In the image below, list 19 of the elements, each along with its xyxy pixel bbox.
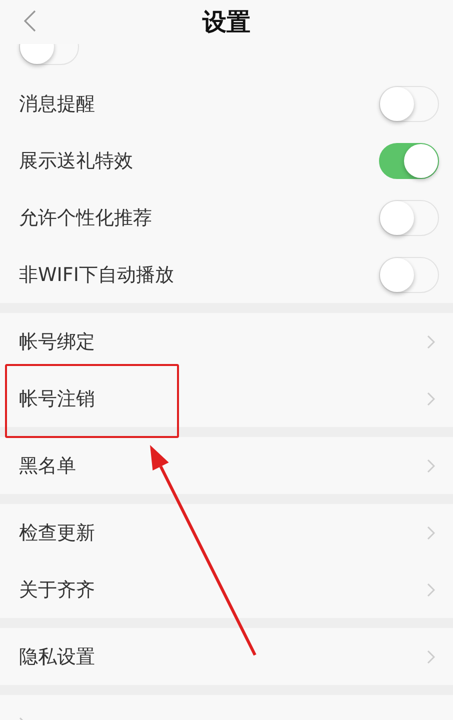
chevron-icon [427, 334, 435, 348]
row-label: 帐号绑定 [19, 330, 95, 354]
chevron-icon [427, 650, 435, 664]
page-title: 设置 [202, 7, 250, 38]
row-label: 允许个性化推荐 [19, 206, 152, 230]
row-label: 黑名单 [19, 454, 76, 478]
row-label: 隐私设置 [19, 644, 95, 670]
row-label: 检查更新 [19, 520, 95, 546]
back-icon[interactable] [24, 10, 36, 32]
row-label: 关于齐齐 [19, 578, 95, 602]
chevron-icon [427, 392, 435, 406]
row-label: 帐号注销 [19, 386, 95, 412]
row-label: 消息提醒 [19, 92, 95, 116]
chevron-icon [427, 526, 435, 540]
chevron-icon [427, 458, 435, 472]
toggle-switch[interactable] [379, 142, 439, 178]
row-label: 展示送礼特效 [19, 148, 133, 174]
row-label: 非WIFI下自动播放 [19, 262, 174, 288]
chevron-icon [427, 582, 435, 596]
